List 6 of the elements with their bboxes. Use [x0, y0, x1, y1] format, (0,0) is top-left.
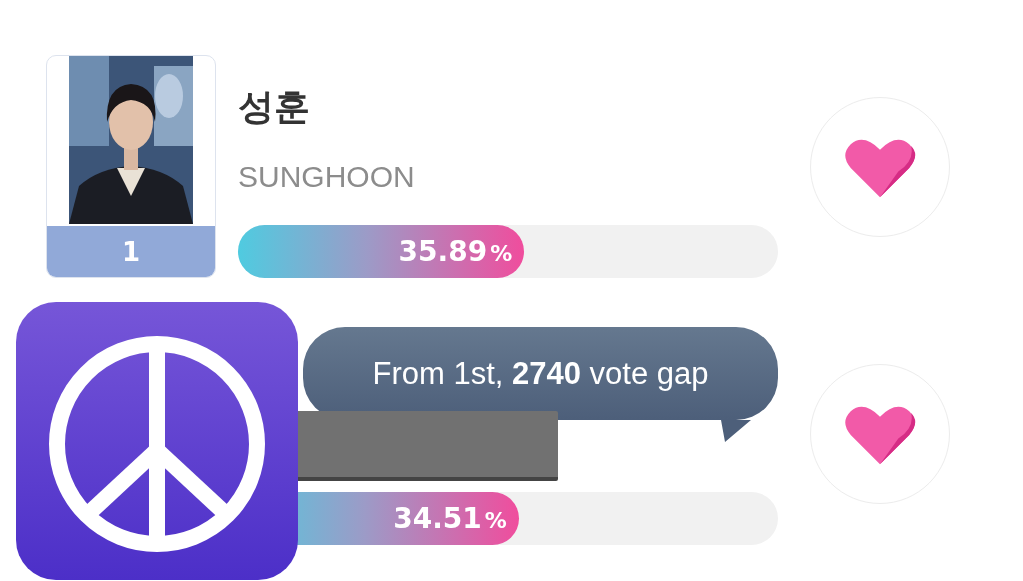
vote-percent: 34.51%	[393, 502, 507, 535]
candidate-name: 성훈	[238, 85, 311, 129]
vote-percent: 35.89%	[398, 235, 513, 268]
candidate-latin-name: SUNGHOON	[238, 159, 416, 195]
vote-gap-text: From 1st, 2740 vote gap	[372, 355, 709, 392]
rank-number: 1	[47, 226, 215, 277]
